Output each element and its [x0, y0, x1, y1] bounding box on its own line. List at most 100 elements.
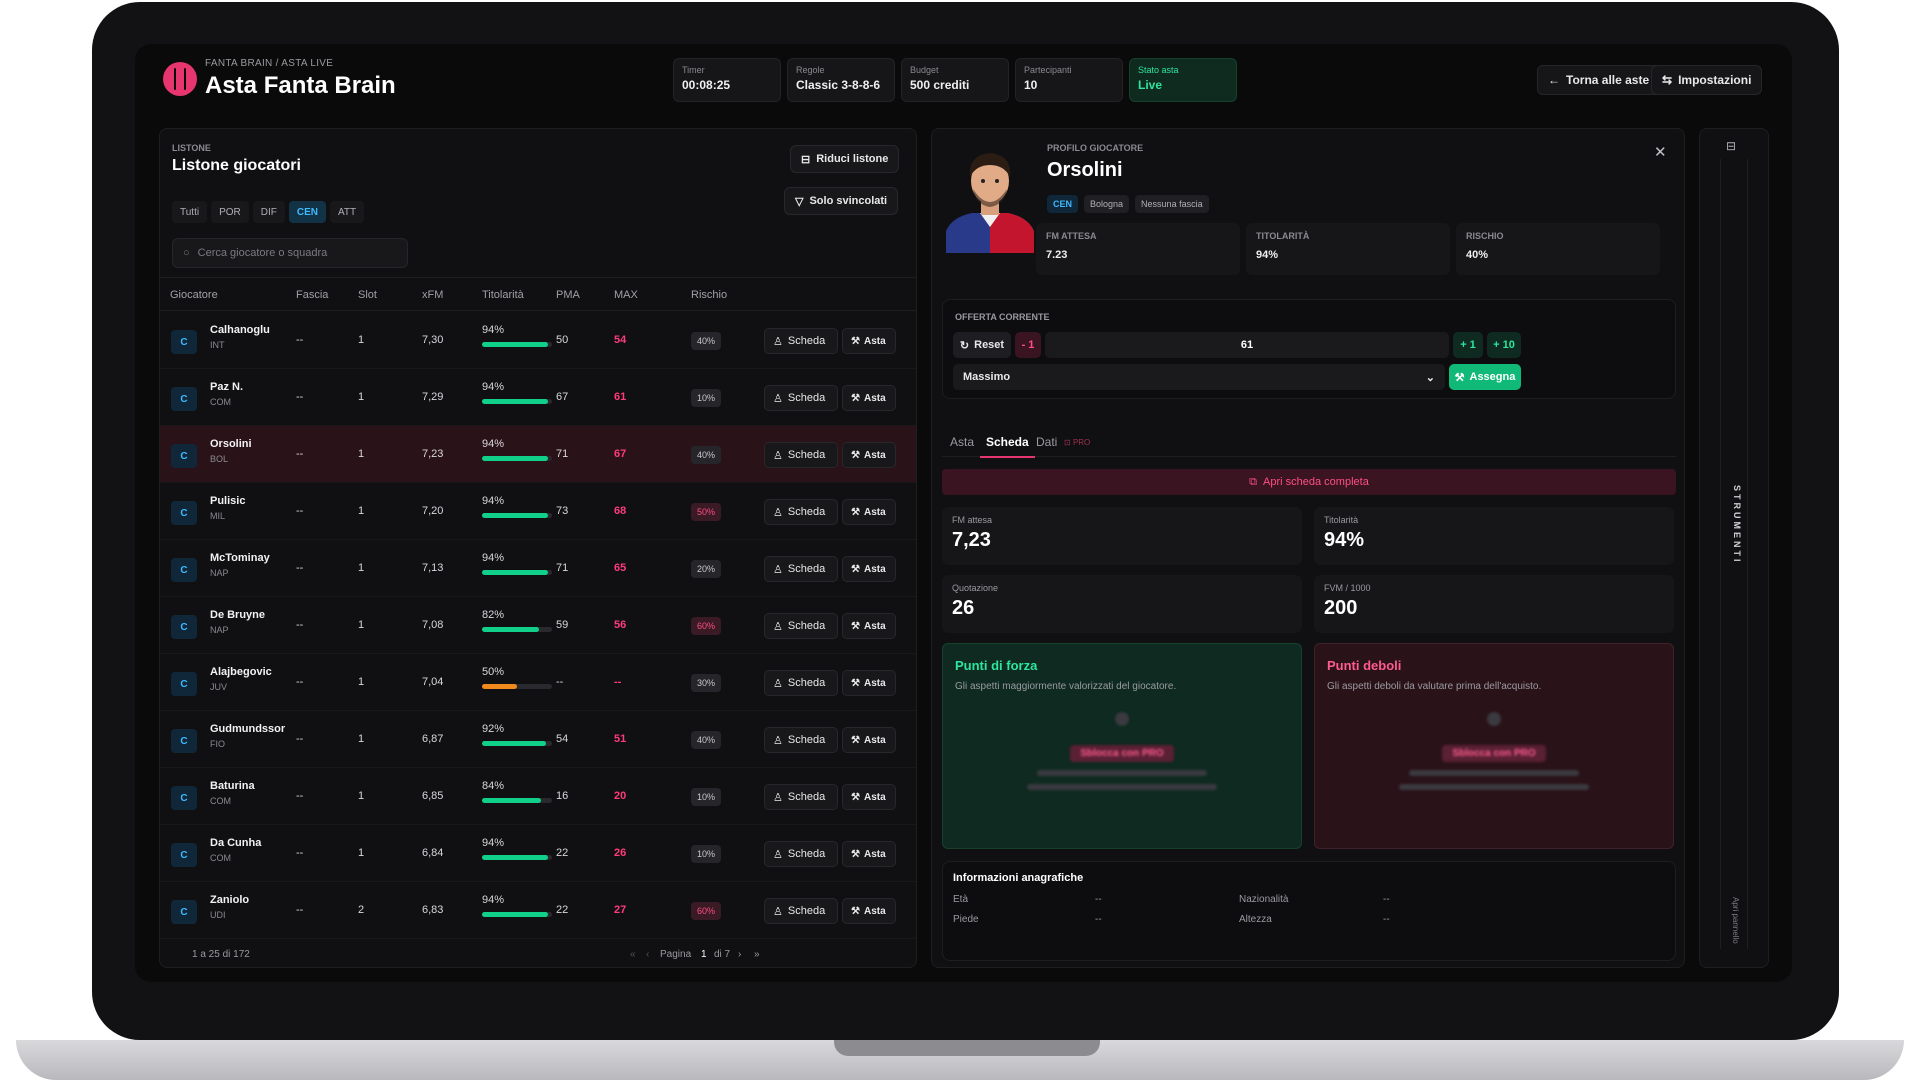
panel-toggle-icon[interactable]: ⊟	[1726, 139, 1736, 153]
fascia-cell: --	[296, 847, 304, 859]
open-panel-link[interactable]: Apri pannello	[1731, 897, 1740, 944]
table-row[interactable]: C Zaniolo UDI -- 2 6,83 94% 22 27 60% ♙ Scheda ⚒ Asta	[160, 882, 916, 939]
last-page-icon[interactable]: »	[754, 949, 760, 960]
table-row[interactable]: C Pulisic MIL -- 1 7,20 94% 73 68 50% ♙ Scheda ⚒ Asta	[160, 483, 916, 540]
user-icon: ♙	[773, 392, 783, 405]
col-player[interactable]: Giocatore	[170, 289, 218, 301]
table-row[interactable]: C Gudmundssor FIO -- 1 6,87 92% 54 51 40% ♙ Scheda ⚒…	[160, 711, 916, 768]
free-agents-filter-button[interactable]: ▽ Solo svincolati	[784, 187, 899, 215]
kpi-titolarita: TITOLARITÀ 94%	[1246, 223, 1450, 275]
unlock-pro-button[interactable]: Sblocca con PRO	[1070, 745, 1174, 762]
asta-button[interactable]: ⚒ Asta	[842, 898, 896, 924]
fascia-cell: --	[296, 619, 304, 631]
open-full-card-button[interactable]: ⧉ Apri scheda completa	[942, 469, 1676, 495]
filter-cen[interactable]: CEN	[288, 201, 326, 223]
scheda-button[interactable]: ♙ Scheda	[764, 385, 838, 411]
table-row[interactable]: C Baturina COM -- 1 6,85 84% 16 20 10% ♙ Scheda ⚒ Ast…	[160, 768, 916, 825]
scheda-button[interactable]: ♙ Scheda	[764, 442, 838, 468]
filter-tutti[interactable]: Tutti	[172, 201, 208, 223]
tab-dati[interactable]: Dati	[1036, 435, 1057, 449]
titolarita-cell: 94%	[482, 324, 505, 336]
table-row[interactable]: C Orsolini BOL -- 1 7,23 94% 71 67 40% ♙ Scheda ⚒ Ast…	[160, 426, 916, 483]
assign-button[interactable]: ⚒ Assegna	[1449, 364, 1521, 390]
info-nationality-value: --	[1383, 894, 1390, 905]
asta-button[interactable]: ⚒ Asta	[842, 784, 896, 810]
search-input[interactable]: ○ Cerca giocatore o squadra	[172, 238, 408, 268]
asta-button[interactable]: ⚒ Asta	[842, 670, 896, 696]
player-team: NAP	[210, 625, 229, 635]
col-slot[interactable]: Slot	[358, 289, 377, 301]
page-number[interactable]: 1	[701, 949, 707, 960]
col-xfm[interactable]: xFM	[422, 289, 443, 301]
scheda-button[interactable]: ♙ Scheda	[764, 898, 838, 924]
filter-dif[interactable]: DIF	[252, 201, 285, 223]
table-row[interactable]: C McTominay NAP -- 1 7,13 94% 71 65 20% ♙ Scheda ⚒ As…	[160, 540, 916, 597]
filter-por[interactable]: POR	[211, 201, 249, 223]
titolarita-cell: 94%	[482, 837, 505, 849]
scheda-button[interactable]: ♙ Scheda	[764, 556, 838, 582]
arrow-left-icon: ←	[1548, 73, 1560, 87]
role-badge: C	[171, 444, 197, 468]
asta-button[interactable]: ⚒ Asta	[842, 613, 896, 639]
asta-button[interactable]: ⚒ Asta	[842, 727, 896, 753]
fascia-cell: --	[296, 904, 304, 916]
unlock-pro-button[interactable]: Sblocca con PRO	[1442, 745, 1546, 762]
scheda-button[interactable]: ♙ Scheda	[764, 841, 838, 867]
scheda-button[interactable]: ♙ Scheda	[764, 499, 838, 525]
asta-button[interactable]: ⚒ Asta	[842, 841, 896, 867]
xfm-cell: 7,30	[422, 334, 444, 346]
asta-button[interactable]: ⚒ Asta	[842, 556, 896, 582]
minus-one-button[interactable]: - 1	[1015, 332, 1041, 358]
reset-button[interactable]: ↻ Reset	[953, 332, 1011, 358]
scheda-button[interactable]: ♙ Scheda	[764, 784, 838, 810]
back-to-auctions-button[interactable]: ← Torna alle aste	[1537, 65, 1661, 95]
titolarita-bar	[482, 456, 552, 461]
filter-att[interactable]: ATT	[329, 201, 365, 223]
page-total: di 7	[714, 949, 731, 960]
fascia-cell: --	[296, 676, 304, 688]
settings-button[interactable]: ⇆ Impostazioni	[1651, 65, 1763, 95]
titolarita-bar	[482, 627, 552, 632]
asta-button[interactable]: ⚒ Asta	[842, 328, 896, 354]
first-page-icon[interactable]: «	[630, 949, 636, 960]
plus-one-button[interactable]: + 1	[1453, 332, 1483, 358]
asta-button[interactable]: ⚒ Asta	[842, 442, 896, 468]
next-page-icon[interactable]: ›	[738, 949, 741, 960]
gavel-icon: ⚒	[851, 791, 860, 803]
metric-quotazione: Quotazione 26	[942, 575, 1302, 633]
col-pma[interactable]: PMA	[556, 289, 580, 301]
asta-button[interactable]: ⚒ Asta	[842, 499, 896, 525]
col-fascia[interactable]: Fascia	[296, 289, 328, 301]
col-titolarita[interactable]: Titolarità	[482, 289, 524, 301]
user-icon: ♙	[773, 506, 783, 519]
scheda-button[interactable]: ♙ Scheda	[764, 670, 838, 696]
close-icon[interactable]: ✕	[1654, 143, 1667, 161]
bid-mode-select[interactable]: Massimo ⌄	[953, 364, 1445, 390]
reduce-list-button[interactable]: ⊟ Riduci listone	[790, 145, 900, 173]
range-text: 1 a 25 di 172	[192, 949, 250, 960]
offer-value[interactable]: 61	[1045, 332, 1449, 358]
plus-ten-button[interactable]: + 10	[1487, 332, 1521, 358]
lock-icon: ⊡	[1064, 438, 1071, 447]
player-name: Orsolini	[210, 438, 252, 450]
table-row[interactable]: C Calhanoglu INT -- 1 7,30 94% 50 54 40% ♙ Scheda ⚒ A…	[160, 312, 916, 369]
gavel-icon: ⚒	[851, 335, 860, 347]
prev-page-icon[interactable]: ‹	[646, 949, 649, 960]
table-row[interactable]: C Da Cunha COM -- 1 6,84 94% 22 26 10% ♙ Scheda ⚒ Ast…	[160, 825, 916, 882]
role-badge: C	[171, 558, 197, 582]
tab-asta[interactable]: Asta	[950, 435, 974, 449]
tab-scheda[interactable]: Scheda	[980, 435, 1035, 458]
table-row[interactable]: C Paz N. COM -- 1 7,29 94% 67 61 10% ♙ Scheda ⚒ Asta	[160, 369, 916, 426]
section-label: LISTONE	[172, 143, 211, 153]
pma-cell: 71	[556, 562, 569, 574]
scheda-button[interactable]: ♙ Scheda	[764, 613, 838, 639]
asta-button[interactable]: ⚒ Asta	[842, 385, 896, 411]
scheda-button[interactable]: ♙ Scheda	[764, 727, 838, 753]
table-row[interactable]: C De Bruyne NAP -- 1 7,08 82% 59 56 60% ♙ Scheda ⚒ As…	[160, 597, 916, 654]
scheda-button[interactable]: ♙ Scheda	[764, 328, 838, 354]
col-max[interactable]: MAX	[614, 289, 638, 301]
player-name: Gudmundssor	[210, 723, 286, 735]
table-row[interactable]: C Alajbegovic JUV -- 1 7,04 50% -- -- 30% ♙ Scheda ⚒…	[160, 654, 916, 711]
offer-label: OFFERTA CORRENTE	[955, 312, 1050, 322]
col-risk[interactable]: Rischio	[691, 289, 727, 301]
